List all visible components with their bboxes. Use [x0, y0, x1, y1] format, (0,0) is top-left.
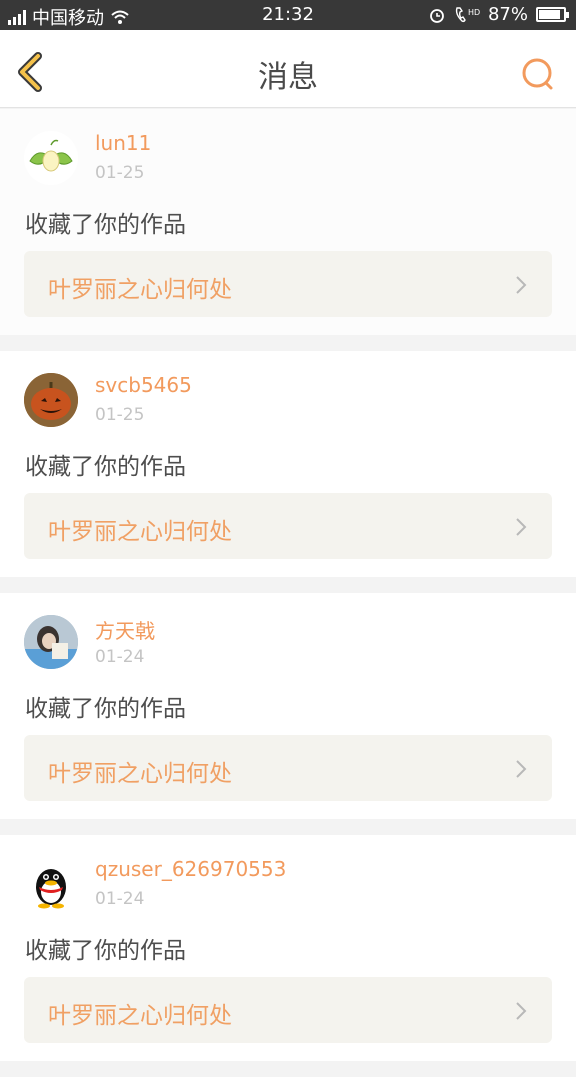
message-list: lun11 01-25 收藏了你的作品 叶罗丽之心归何处 svcb5465 01… [0, 109, 576, 1077]
status-right: HD 87% [428, 4, 569, 25]
chevron-right-icon [516, 518, 527, 536]
search-button[interactable] [520, 56, 556, 92]
penguin-avatar[interactable] [24, 857, 78, 911]
work-title: 叶罗丽之心归何处 [48, 519, 232, 545]
action-text: 收藏了你的作品 [25, 454, 186, 480]
username[interactable]: qzuser_626970553 [95, 857, 286, 881]
message-date: 01-24 [95, 647, 145, 667]
search-icon [522, 58, 553, 90]
message-date: 01-25 [95, 163, 145, 183]
photo-avatar[interactable] [24, 615, 78, 669]
alarm-icon [430, 8, 444, 23]
message-date: 01-25 [95, 405, 145, 425]
message-card: qzuser_626970553 01-24 收藏了你的作品 叶罗丽之心归何处 [0, 835, 576, 1061]
battery-percent: 87% [487, 4, 528, 25]
work-title: 叶罗丽之心归何处 [48, 1003, 232, 1029]
work-link[interactable]: 叶罗丽之心归何处 [24, 735, 552, 801]
username[interactable]: lun11 [95, 131, 151, 155]
battery-icon [536, 7, 569, 22]
work-link[interactable]: 叶罗丽之心归何处 [24, 251, 552, 317]
work-title: 叶罗丽之心归何处 [48, 277, 232, 303]
message-card: 方天戟 01-24 收藏了你的作品 叶罗丽之心归何处 [0, 593, 576, 819]
page-title: 消息 [258, 60, 318, 95]
chevron-right-icon [516, 760, 527, 778]
chevron-right-icon [516, 1002, 527, 1020]
action-text: 收藏了你的作品 [25, 696, 186, 722]
status-bar: 中国移动 21:32 HD 87% [0, 0, 576, 30]
message-card: svcb5465 01-25 收藏了你的作品 叶罗丽之心归何处 [0, 351, 576, 577]
chevron-right-icon [516, 276, 527, 294]
action-text: 收藏了你的作品 [25, 938, 186, 964]
nav-bar: 消息 [0, 30, 576, 108]
action-text: 收藏了你的作品 [25, 212, 186, 238]
hd-call-icon: HD [455, 6, 480, 22]
message-date: 01-24 [95, 889, 145, 909]
svg-text:HD: HD [468, 8, 480, 17]
work-link[interactable]: 叶罗丽之心归何处 [24, 977, 552, 1043]
username[interactable]: 方天戟 [95, 615, 155, 644]
work-title: 叶罗丽之心归何处 [48, 761, 232, 787]
battery-fill [539, 10, 560, 19]
work-link[interactable]: 叶罗丽之心归何处 [24, 493, 552, 559]
username[interactable]: svcb5465 [95, 373, 192, 397]
leaf-egg-avatar[interactable] [24, 131, 78, 185]
pumpkin-avatar[interactable] [24, 373, 78, 427]
message-card: lun11 01-25 收藏了你的作品 叶罗丽之心归何处 [0, 109, 576, 335]
